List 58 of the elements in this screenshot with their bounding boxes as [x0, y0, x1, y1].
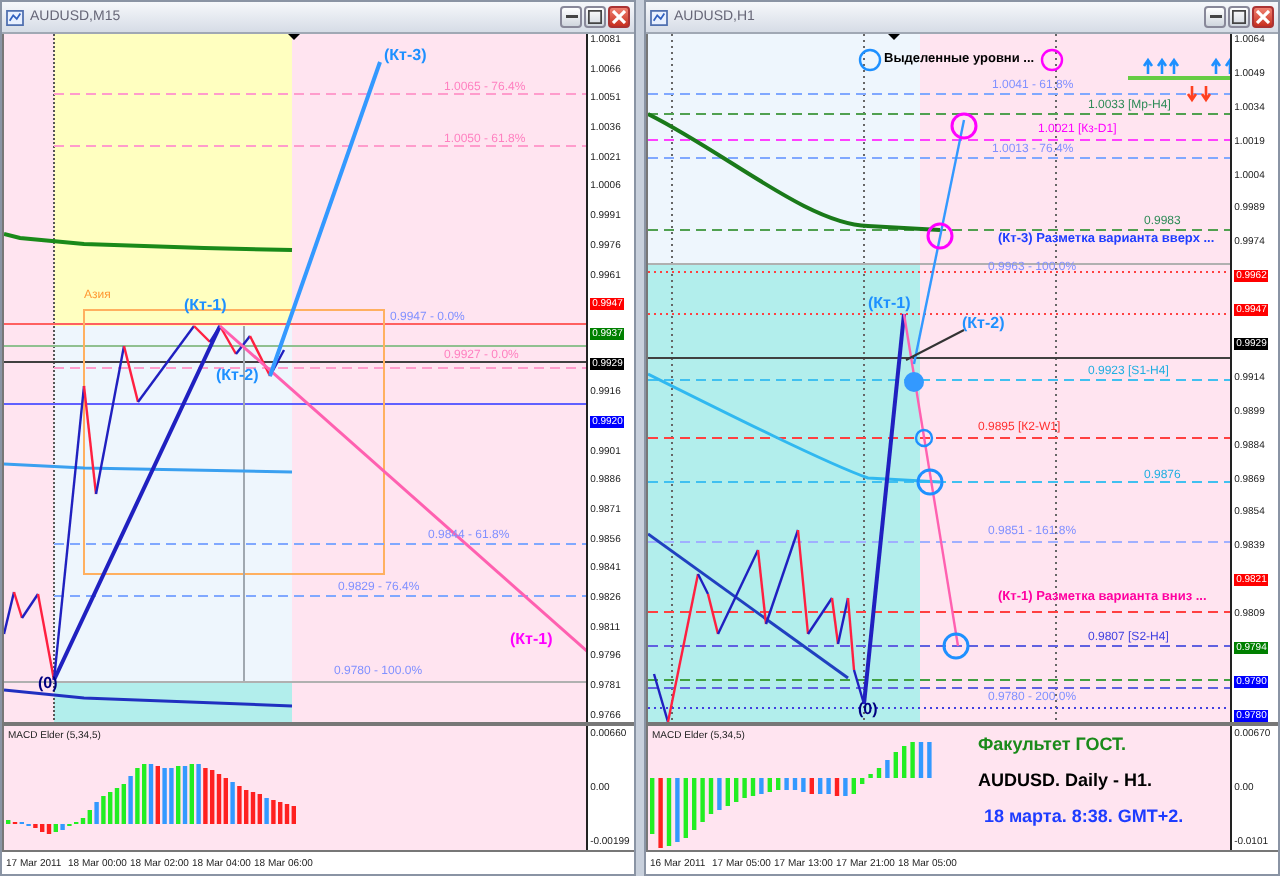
histogram-bar [893, 752, 898, 778]
chart-window-icon [6, 9, 24, 25]
close-button[interactable] [608, 6, 630, 28]
histogram-bar [708, 778, 714, 814]
histogram-bar [700, 778, 705, 822]
caption-text: Факультет ГОСТ. [978, 734, 1126, 754]
chart-annotation: (Кт-2) [962, 314, 1005, 332]
histogram-bar [885, 760, 890, 778]
histogram-bar [918, 742, 924, 778]
histogram-bar [876, 768, 882, 778]
histogram-bar [742, 778, 747, 798]
maximize-icon [588, 10, 602, 24]
minimize-icon [1209, 14, 1221, 20]
histogram-bar [792, 778, 798, 790]
histogram-bar [692, 778, 697, 830]
chart-annotation: (0) [38, 674, 58, 692]
chart-window-icon [650, 9, 668, 25]
caption-text: AUDUSD. Daily - H1. [978, 770, 1153, 790]
histogram-bar [910, 742, 915, 778]
histogram-bar [860, 778, 865, 784]
histogram-bar [834, 778, 840, 796]
histogram-bar [809, 778, 814, 794]
histogram-bar [675, 778, 680, 842]
minimize-button[interactable] [560, 6, 582, 28]
histogram-bar [776, 778, 781, 790]
histogram-bar [843, 778, 848, 796]
chart-annotation: (Кт-1) [868, 294, 911, 312]
histogram-bar [717, 778, 722, 810]
histogram-bar [683, 778, 688, 838]
histogram-bar [801, 778, 806, 792]
histogram-bar [666, 778, 672, 846]
maximize-button[interactable] [584, 6, 606, 28]
histogram-bar [650, 778, 655, 834]
minimize-button[interactable] [1204, 6, 1226, 28]
caption-text: 18 марта. 8:38. GMT+2. [984, 806, 1184, 826]
histogram-bar [725, 778, 730, 806]
close-icon [612, 10, 626, 24]
histogram-bar [826, 778, 831, 794]
histogram-bar [734, 778, 739, 802]
close-icon [1256, 10, 1270, 24]
histogram-bar [750, 778, 756, 796]
maximize-button[interactable] [1228, 6, 1250, 28]
chart-annotation: (Кт-1) [510, 630, 553, 648]
histogram-bar [767, 778, 772, 792]
histogram-bar [902, 746, 907, 778]
histogram-bar [658, 778, 663, 848]
histogram-bar [851, 778, 856, 794]
histogram-bar [927, 742, 932, 778]
chart-annotation: (Кт-1) [184, 296, 227, 314]
maximize-icon [1232, 10, 1246, 24]
chart-annotation: (0) [858, 700, 878, 718]
chart-annotation: (Кт-2) [216, 366, 259, 384]
histogram-bar [784, 778, 789, 790]
chart-annotation: (Кт-3) [384, 46, 427, 64]
histogram-bar [759, 778, 764, 794]
minimize-icon [565, 14, 577, 20]
histogram-bar [818, 778, 823, 794]
close-button[interactable] [1252, 6, 1274, 28]
